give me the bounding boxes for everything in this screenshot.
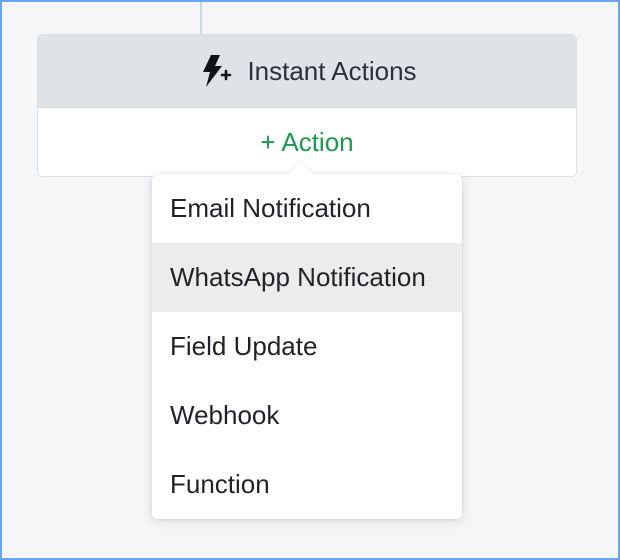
flow-connector-line bbox=[200, 2, 202, 36]
workflow-canvas: Instant Actions + Action Email Notificat… bbox=[0, 0, 620, 560]
action-dropdown-menu: Email Notification WhatsApp Notification… bbox=[152, 161, 462, 519]
menu-item-field-update[interactable]: Field Update bbox=[152, 312, 462, 381]
lightning-plus-icon bbox=[197, 53, 233, 89]
add-action-button[interactable]: + Action bbox=[260, 127, 353, 158]
menu-item-webhook[interactable]: Webhook bbox=[152, 381, 462, 450]
card-body: + Action bbox=[38, 108, 576, 176]
menu-item-email-notification[interactable]: Email Notification bbox=[152, 174, 462, 243]
menu-item-function[interactable]: Function bbox=[152, 450, 462, 519]
instant-actions-card: Instant Actions + Action bbox=[37, 34, 577, 177]
card-header: Instant Actions bbox=[38, 35, 576, 108]
menu-item-whatsapp-notification[interactable]: WhatsApp Notification bbox=[152, 243, 462, 312]
card-title: Instant Actions bbox=[247, 55, 417, 86]
action-menu-list: Email Notification WhatsApp Notification… bbox=[152, 174, 462, 519]
